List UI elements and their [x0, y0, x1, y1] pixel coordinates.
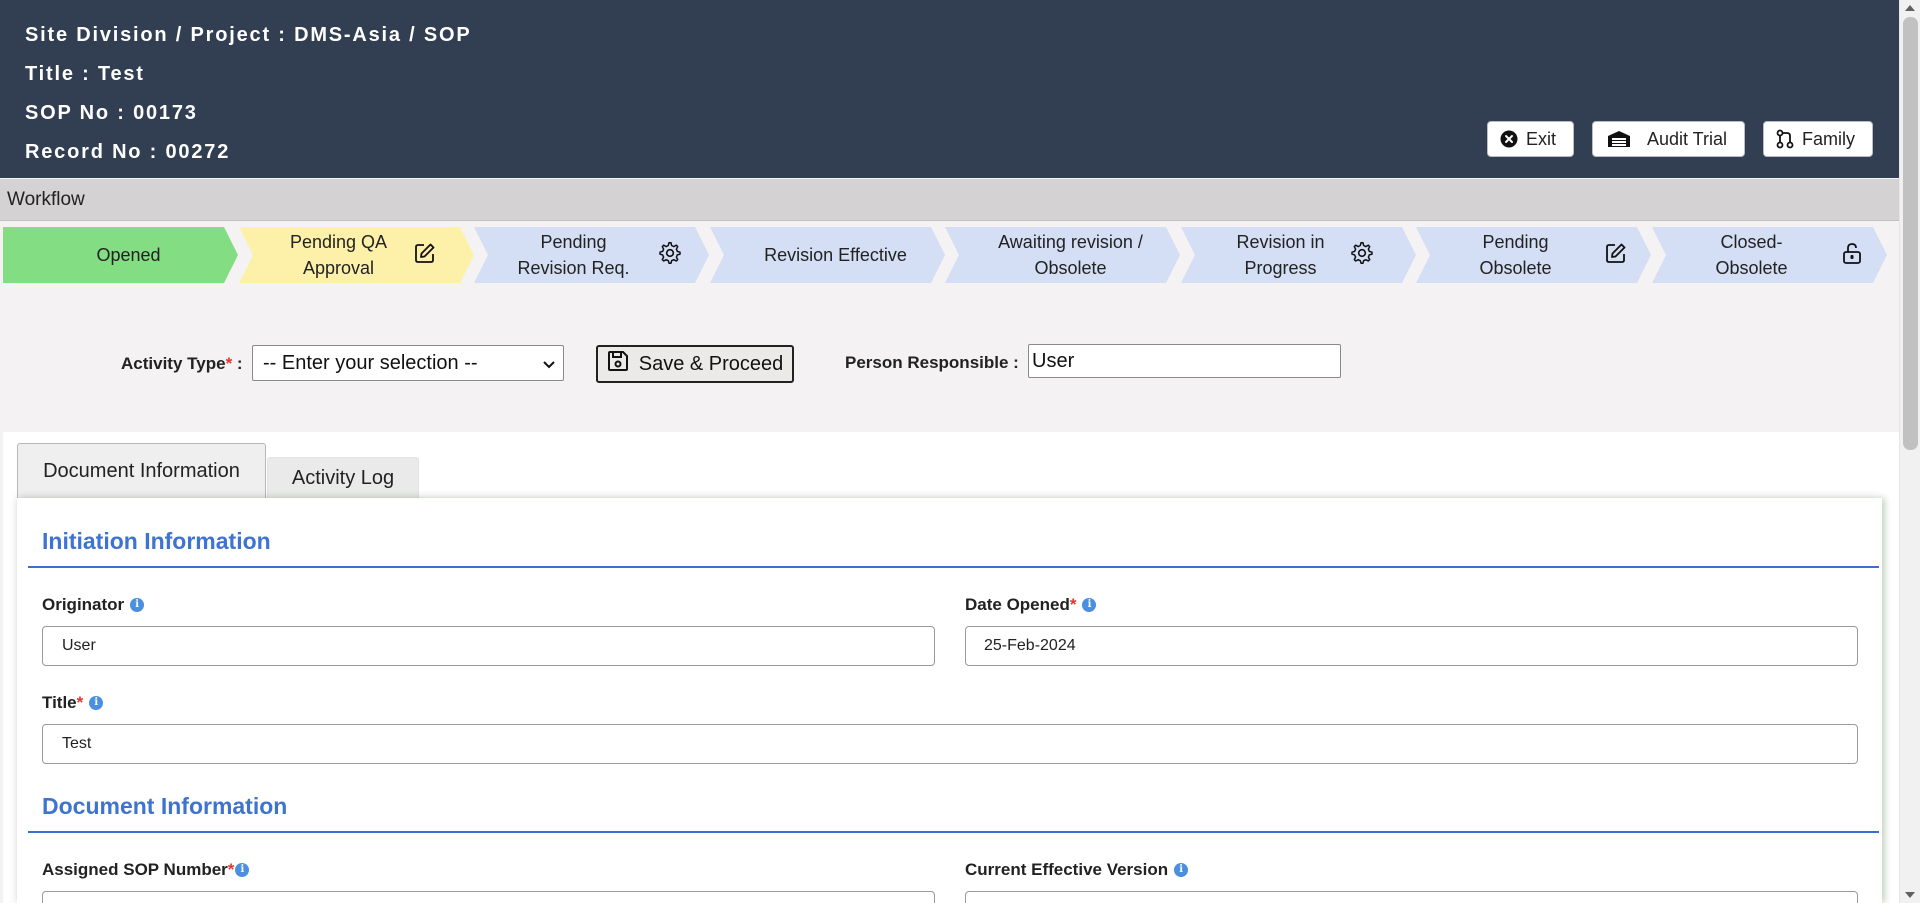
title-label: Title * i: [42, 693, 104, 713]
exit-button[interactable]: Exit: [1486, 121, 1574, 157]
family-button[interactable]: Family: [1763, 121, 1873, 157]
workflow-stage[interactable]: Closed- Obsolete: [1652, 227, 1887, 283]
required-marker: *: [227, 860, 235, 879]
originator-label: Originator i: [42, 595, 145, 615]
initiation-information-heading: Initiation Information: [42, 528, 271, 554]
record-title-line: Title : Test: [25, 63, 145, 85]
workflow-stage-label: Opened: [96, 245, 161, 265]
info-icon[interactable]: i: [89, 696, 104, 710]
family-label: Family: [1802, 128, 1855, 149]
record-header: Site Division / Project : DMS-Asia / SOP…: [0, 0, 1899, 178]
section-divider: [28, 566, 1879, 568]
person-responsible-label: Person Responsible :: [845, 353, 1019, 372]
workflow-stage-label: Revision in Progress: [1236, 232, 1325, 278]
tab-activity-log[interactable]: Activity Log: [267, 457, 419, 499]
document-information-panel: Initiation Information Originator i User …: [17, 498, 1882, 903]
activity-type-label: Activity Type* :: [121, 354, 243, 373]
workflow-stage[interactable]: Revision in Progress: [1181, 227, 1416, 283]
workflow-stage[interactable]: Revision Effective: [710, 227, 945, 283]
workflow-stages: Opened Pending QA Approval Pending Revisio…: [3, 227, 1893, 283]
date-opened-field[interactable]: 25-Feb-2024: [965, 626, 1858, 666]
info-icon[interactable]: i: [1174, 863, 1189, 877]
edit-icon[interactable]: [414, 242, 436, 269]
close-circle-icon: [1500, 130, 1518, 148]
warehouse-icon: [1607, 130, 1631, 148]
section-divider: [28, 831, 1879, 833]
workflow-stage-label: Pending Revision Req.: [517, 232, 630, 278]
activity-row: Activity Type* : -- Enter your selection…: [0, 333, 1899, 393]
workflow-stage-label: Revision Effective: [764, 245, 907, 265]
audit-trial-button[interactable]: Audit Trial: [1591, 121, 1745, 157]
exit-label: Exit: [1525, 128, 1556, 149]
title-field[interactable]: Test: [42, 724, 1858, 764]
person-responsible-input[interactable]: User: [1028, 344, 1341, 378]
workflow-stage-label: Closed- Obsolete: [1715, 232, 1788, 278]
workflow-bar: Workflow: [0, 179, 1899, 221]
workflow-stage[interactable]: Pending Obsolete: [1416, 227, 1651, 283]
workflow-stage-label: Pending Obsolete: [1479, 232, 1552, 278]
tab-document-information[interactable]: Document Information: [17, 443, 266, 499]
info-icon[interactable]: i: [130, 598, 145, 612]
workflow-stage-label: Pending QA Approval: [289, 232, 388, 278]
document-information-heading: Document Information: [42, 793, 288, 819]
date-opened-label: Date Opened * i: [965, 595, 1097, 615]
required-marker: *: [76, 693, 84, 712]
workflow-stage[interactable]: Pending QA Approval: [239, 227, 474, 283]
info-icon[interactable]: i: [235, 863, 250, 877]
chevron-down-icon: [543, 352, 555, 375]
scroll-up-arrow-icon[interactable]: [1905, 5, 1915, 11]
sop-number-line: SOP No : 00173: [25, 102, 198, 124]
workflow-stage[interactable]: Awaiting revision / Obsolete: [945, 227, 1180, 283]
page-scrollbar[interactable]: [1899, 0, 1920, 903]
record-number-line: Record No : 00272: [25, 141, 231, 163]
required-marker: *: [1069, 595, 1077, 614]
record-summary: Site Division / Project : DMS-Asia / SOP…: [25, 20, 472, 176]
site-division-line: Site Division / Project : DMS-Asia / SOP: [25, 24, 472, 46]
header-actions: Exit Audit Trial Family: [1486, 121, 1873, 157]
scroll-down-arrow-icon[interactable]: [1905, 892, 1915, 898]
assigned-sop-number-label: Assigned SOP Number * i: [42, 860, 250, 880]
activity-type-select[interactable]: -- Enter your selection --: [252, 345, 564, 381]
current-effective-version-field[interactable]: [965, 891, 1858, 903]
save-icon: [607, 350, 629, 378]
workflow-stage[interactable]: Pending Revision Req.: [474, 227, 709, 283]
workflow-stage[interactable]: Opened: [3, 227, 238, 283]
info-icon[interactable]: i: [1082, 598, 1097, 612]
edit-icon[interactable]: [1605, 242, 1627, 269]
save-and-proceed-button[interactable]: Save & Proceed: [596, 345, 794, 383]
workflow-title: Workflow: [7, 189, 85, 210]
audit-trial-label: Audit Trial: [1646, 128, 1727, 149]
workflow-stage-label: Awaiting revision / Obsolete: [998, 232, 1143, 278]
unlock-icon[interactable]: [1841, 242, 1863, 269]
code-branch-icon: [1776, 129, 1794, 149]
gear-icon[interactable]: [1351, 242, 1373, 269]
assigned-sop-number-field[interactable]: [42, 891, 935, 903]
originator-field[interactable]: User: [42, 626, 935, 666]
current-effective-version-label: Current Effective Version i: [965, 860, 1189, 880]
scroll-thumb[interactable]: [1903, 17, 1918, 450]
gear-icon[interactable]: [659, 242, 681, 269]
